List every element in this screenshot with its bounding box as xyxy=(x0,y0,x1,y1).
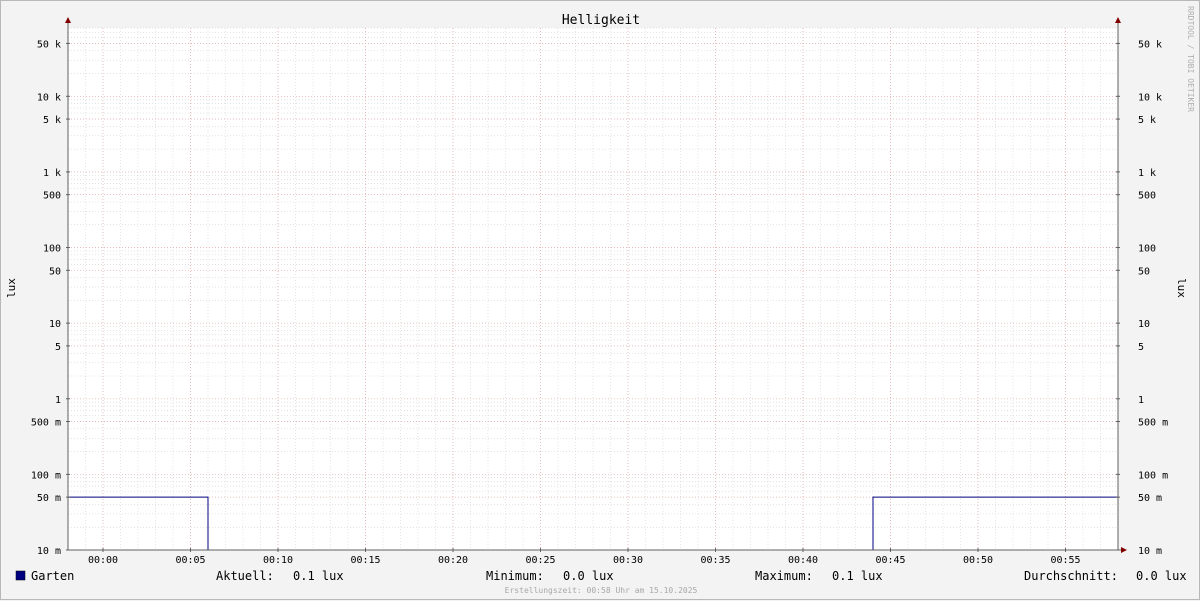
chart: Helligkeit lux lux RRDTOOL / TOBI OETIKE… xyxy=(5,6,1195,595)
x-tick-label: 00:40 xyxy=(788,555,818,566)
x-tick-label: 00:00 xyxy=(88,555,118,566)
y-tick-label-right: 1 k xyxy=(1138,168,1156,179)
y-tick-label-right: 500 m xyxy=(1138,418,1168,429)
creation-time-note: Erstellungszeit: 00:58 Uhr am 15.10.2025 xyxy=(505,586,698,595)
y-tick-label-right: 50 k xyxy=(1138,39,1162,50)
y-axis-label-left: lux xyxy=(5,278,18,298)
y-axis-arrow-left xyxy=(65,17,71,23)
x-tick-label: 00:50 xyxy=(963,555,993,566)
legend-avg-label: Durchschnitt: xyxy=(1024,569,1118,583)
x-tick-label: 00:30 xyxy=(613,555,643,566)
legend-current-value: 0.1 lux xyxy=(293,569,344,583)
x-tick-labels: 00:00 00:05 00:10 00:15 00:20 00:25 00:30 00:35… xyxy=(88,555,1081,566)
y-tick-label-left: 5 xyxy=(55,342,61,353)
watermark: RRDTOOL / TOBI OETIKER xyxy=(1186,6,1195,112)
x-tick-label: 00:20 xyxy=(438,555,468,566)
y-tick-label-left: 5 k xyxy=(43,115,61,126)
y-tick-label-right: 100 m xyxy=(1138,470,1168,481)
y-tick-label-right: 5 xyxy=(1138,342,1144,353)
y-tick-label-left: 100 xyxy=(43,244,61,255)
y-tick-label-right: 100 xyxy=(1138,244,1156,255)
legend-series-name: Garten xyxy=(31,569,74,583)
x-tick-label: 00:10 xyxy=(263,555,293,566)
chart-title: Helligkeit xyxy=(562,13,640,28)
y-tick-label-left: 50 xyxy=(49,266,61,277)
y-tick-label-right: 10 m xyxy=(1138,546,1162,557)
y-tick-label-right: 1 xyxy=(1138,395,1144,406)
x-tick-label: 00:15 xyxy=(350,555,380,566)
x-tick-label: 00:55 xyxy=(1050,555,1080,566)
legend: Garten Aktuell: 0.1 lux Minimum: 0.0 lux… xyxy=(15,569,1187,583)
y-axis-arrow-right xyxy=(1115,17,1121,23)
y-tick-label-right: 10 k xyxy=(1138,92,1162,103)
chart-frame: Helligkeit lux lux RRDTOOL / TOBI OETIKE… xyxy=(0,0,1200,600)
legend-min-label: Minimum: xyxy=(486,569,544,583)
y-tick-label-left: 50 k xyxy=(37,39,61,50)
x-tick-label: 00:05 xyxy=(175,555,205,566)
y-tick-label-right: 5 k xyxy=(1138,115,1156,126)
y-tick-label-left: 500 xyxy=(43,191,61,202)
legend-max-label: Maximum: xyxy=(755,569,813,583)
legend-avg-value: 0.0 lux xyxy=(1136,569,1187,583)
y-tick-label-left: 10 xyxy=(49,319,61,330)
y-tick-label-left: 1 xyxy=(55,395,61,406)
legend-max-value: 0.1 lux xyxy=(832,569,883,583)
y-axis-label-right: lux xyxy=(1175,278,1188,298)
y-tick-label-left: 10 k xyxy=(37,92,61,103)
y-tick-label-left: 1 k xyxy=(43,168,61,179)
y-tick-label-right: 500 xyxy=(1138,191,1156,202)
legend-current-label: Aktuell: xyxy=(216,569,274,583)
y-tick-label-left: 10 m xyxy=(37,546,61,557)
y-tick-label-left: 50 m xyxy=(37,493,61,504)
y-tick-label-left: 100 m xyxy=(31,470,61,481)
legend-min-value: 0.0 lux xyxy=(563,569,614,583)
x-axis-arrow xyxy=(1121,547,1127,553)
y-tick-label-right: 50 m xyxy=(1138,493,1162,504)
y-tick-label-left: 500 m xyxy=(31,418,61,429)
x-tick-label: 00:45 xyxy=(875,555,905,566)
y-tick-label-right: 10 xyxy=(1138,319,1150,330)
legend-swatch xyxy=(15,570,26,581)
x-tick-label: 00:35 xyxy=(700,555,730,566)
y-tick-label-right: 50 xyxy=(1138,266,1150,277)
x-tick-label: 00:25 xyxy=(525,555,555,566)
